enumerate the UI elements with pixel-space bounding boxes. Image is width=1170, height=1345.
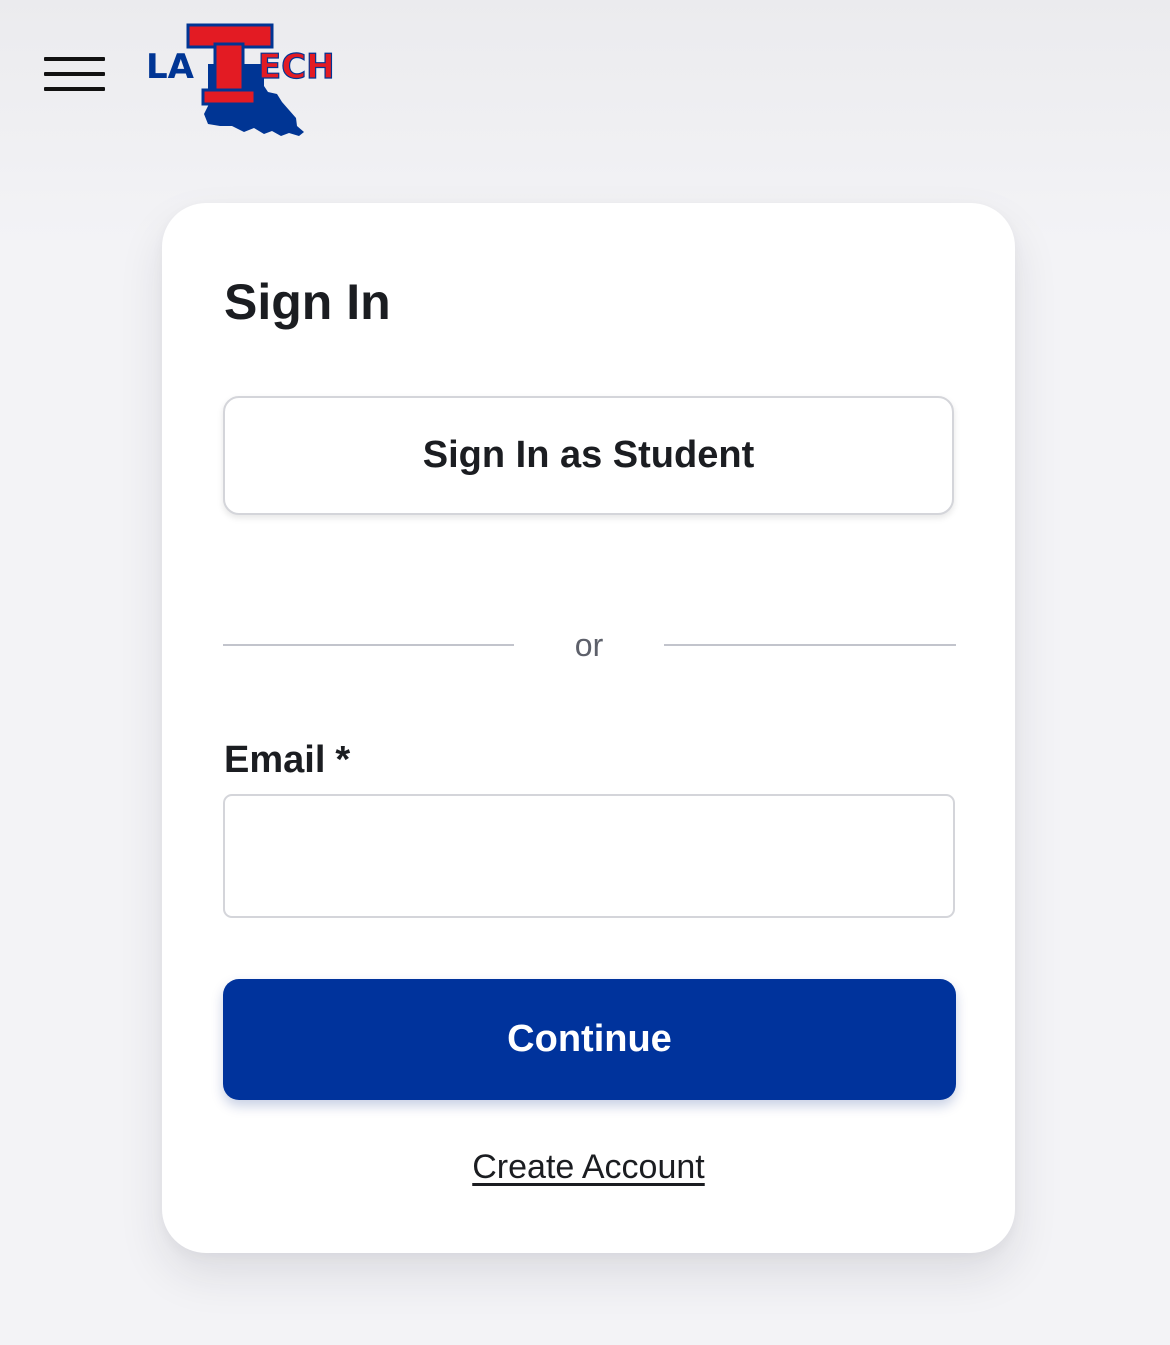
menu-bar-top	[44, 57, 105, 61]
sign-in-as-student-button[interactable]: Sign In as Student	[223, 396, 954, 515]
email-label: Email *	[224, 737, 350, 783]
menu-bar-middle	[44, 72, 105, 76]
menu-bar-bottom	[44, 87, 105, 91]
required-asterisk: *	[335, 739, 351, 781]
la-tech-logo[interactable]: LA ECH	[146, 22, 336, 140]
continue-button[interactable]: Continue	[223, 979, 956, 1100]
divider-line-right	[664, 644, 956, 646]
sign-in-card: Sign In Sign In as Student or Email * Con…	[162, 203, 1015, 1253]
hamburger-menu-icon[interactable]	[44, 57, 105, 93]
create-account-link[interactable]: Create Account	[162, 1146, 1015, 1188]
email-field[interactable]	[223, 794, 955, 918]
page-title: Sign In	[224, 274, 391, 330]
email-label-text: Email	[224, 739, 326, 781]
top-bar: LA ECH	[0, 0, 1170, 160]
logo-text-la: LA	[146, 47, 195, 87]
divider-line-left	[223, 644, 514, 646]
logo-text-ech: ECH	[258, 47, 335, 87]
divider-text: or	[574, 627, 604, 663]
